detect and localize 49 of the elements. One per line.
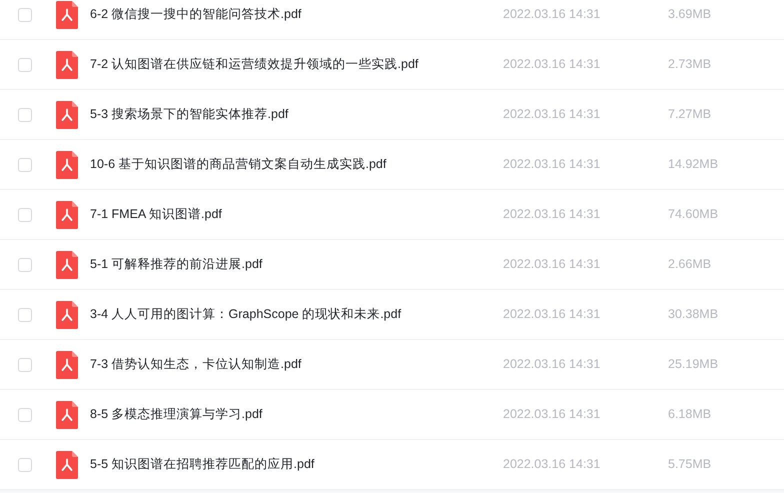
pdf-file-icon [56, 350, 78, 378]
pdf-file-icon [56, 150, 78, 178]
file-size: 7.27MB [668, 106, 712, 124]
file-name[interactable]: 3-4 人人可用的图计算：GraphScope 的现状和未来.pdf [90, 305, 503, 324]
pdf-file-icon [56, 250, 78, 278]
file-name[interactable]: 8-5 多模态推理演算与学习.pdf [90, 405, 503, 424]
modified-date: 2022.03.16 14:31 [503, 306, 602, 324]
checkbox[interactable] [18, 308, 32, 322]
file-size: 30.38MB [668, 306, 718, 324]
checkbox[interactable] [18, 158, 32, 172]
pdf-file-icon [56, 400, 78, 428]
file-size: 74.60MB [668, 206, 718, 224]
checkbox[interactable] [18, 208, 32, 222]
file-name[interactable]: 7-1 FMEA 知识图谱.pdf [90, 205, 503, 224]
file-name[interactable]: 6-2 微信搜一搜中的智能问答技术.pdf [90, 5, 503, 24]
modified-date: 2022.03.16 14:31 [503, 156, 602, 174]
checkbox[interactable] [18, 58, 32, 72]
pdf-file-icon [56, 450, 78, 478]
modified-date: 2022.03.16 14:31 [503, 6, 602, 24]
modified-date: 2022.03.16 14:31 [503, 256, 602, 274]
file-size: 25.19MB [668, 356, 718, 374]
file-size: 3.69MB [668, 6, 712, 24]
file-name[interactable]: 7-2 认知图谱在供应链和运营绩效提升领域的一些实践.pdf [90, 55, 503, 74]
checkbox[interactable] [18, 408, 32, 422]
file-name[interactable]: 10-6 基于知识图谱的商品营销文案自动生成实践.pdf [90, 155, 503, 174]
modified-date: 2022.03.16 14:31 [503, 56, 602, 74]
file-name[interactable]: 5-3 搜索场景下的智能实体推荐.pdf [90, 105, 503, 124]
modified-date: 2022.03.16 14:31 [503, 406, 602, 424]
pdf-file-icon [56, 200, 78, 228]
checkbox[interactable] [18, 458, 32, 472]
file-name[interactable]: 5-5 知识图谱在招聘推荐匹配的应用.pdf [90, 455, 503, 474]
file-name[interactable]: 7-3 借势认知生态，卡位认知制造.pdf [90, 355, 503, 374]
file-size: 6.18MB [668, 406, 712, 424]
file-size: 14.92MB [668, 156, 718, 174]
modified-date: 2022.03.16 14:31 [503, 356, 602, 374]
checkbox[interactable] [18, 258, 32, 272]
file-name[interactable]: 5-1 可解释推荐的前沿进展.pdf [90, 255, 503, 274]
file-size: 2.73MB [668, 56, 712, 74]
pdf-file-icon [56, 100, 78, 128]
pdf-file-icon [56, 50, 78, 78]
file-size: 5.75MB [668, 456, 712, 474]
modified-date: 2022.03.16 14:31 [503, 456, 602, 474]
pdf-file-icon [56, 300, 78, 328]
modified-date: 2022.03.16 14:31 [503, 106, 602, 124]
modified-date: 2022.03.16 14:31 [503, 206, 602, 224]
checkbox[interactable] [18, 8, 32, 22]
checkbox[interactable] [18, 108, 32, 122]
checkbox[interactable] [18, 358, 32, 372]
file-size: 2.66MB [668, 256, 712, 274]
